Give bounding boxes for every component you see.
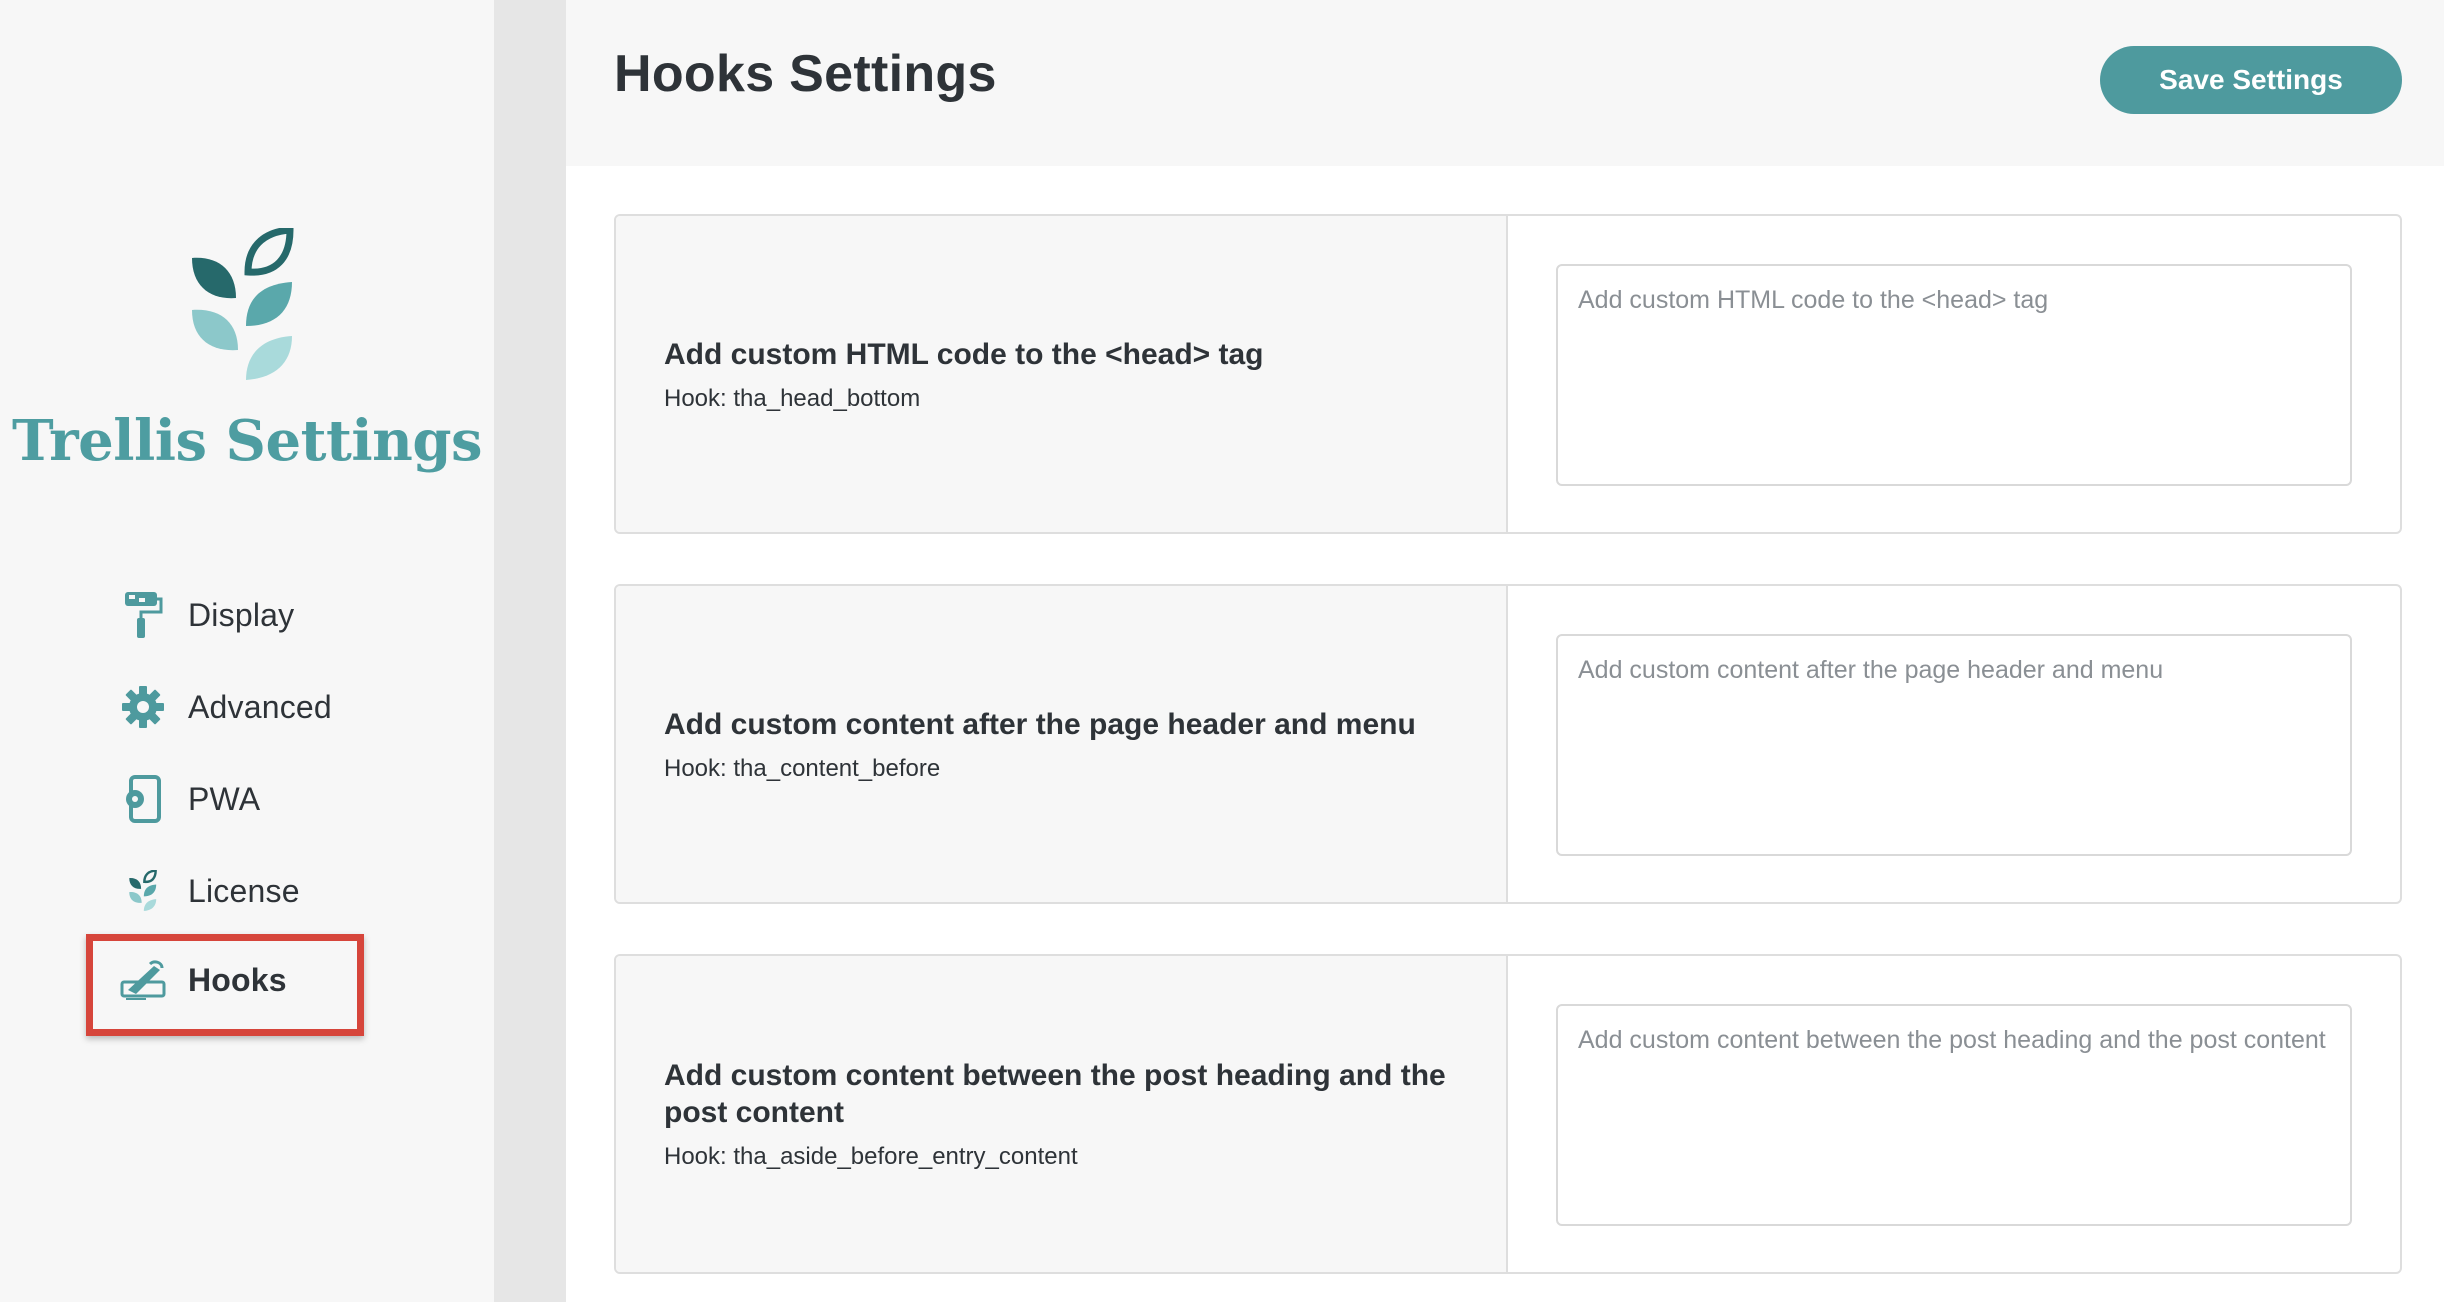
sidebar-item-display[interactable]: Display	[118, 580, 418, 650]
leaf-logo-icon	[118, 866, 168, 916]
brand-title: Trellis Settings	[11, 408, 483, 474]
main-content: Hooks Settings Save Settings Add custom …	[566, 0, 2444, 1302]
sidebar: Trellis Settings Display Advanced PWA Li…	[0, 0, 494, 1302]
hook-name: Hook: tha_head_bottom	[664, 384, 921, 412]
app-window: Trellis Settings Display Advanced PWA Li…	[0, 0, 2444, 1302]
hook-icon	[118, 955, 168, 1005]
sidebar-item-label: Display	[188, 596, 295, 633]
sidebar-item-hooks[interactable]: Hooks	[118, 945, 418, 1015]
hook-card-info: Add custom HTML code to the <head> tag H…	[616, 216, 1508, 532]
sidebar-item-advanced[interactable]: Advanced	[118, 672, 418, 742]
sidebar-item-label: Advanced	[188, 688, 332, 725]
mobile-gear-icon	[118, 774, 168, 824]
sidebar-divider	[494, 0, 566, 1302]
sidebar-item-pwa[interactable]: PWA	[118, 764, 418, 834]
hook-name: Hook: tha_aside_before_entry_content	[664, 1143, 1078, 1170]
sidebar-item-license[interactable]: License	[118, 856, 418, 926]
hook-card-head: Add custom HTML code to the <head> tag H…	[614, 214, 2402, 534]
trellis-logo-icon	[192, 228, 294, 380]
hook-card-content-before: Add custom content after the page header…	[614, 584, 2402, 904]
hook-card-info: Add custom content between the post head…	[616, 956, 1508, 1272]
hook-name: Hook: tha_content_before	[664, 754, 941, 782]
page-header: Hooks Settings Save Settings	[566, 0, 2444, 166]
hook-head-bottom-textarea[interactable]	[1556, 264, 2352, 486]
hook-title: Add custom HTML code to the <head> tag	[664, 337, 1264, 371]
save-settings-button[interactable]: Save Settings	[2100, 46, 2402, 114]
gear-icon	[118, 682, 168, 732]
paint-roller-icon	[118, 590, 168, 640]
sidebar-item-label: Hooks	[188, 961, 287, 998]
hook-before-entry-content-textarea[interactable]	[1556, 1004, 2352, 1226]
hook-card-info: Add custom content after the page header…	[616, 586, 1508, 902]
hook-title: Add custom content after the page header…	[664, 707, 1416, 741]
hook-title: Add custom content between the post head…	[664, 1059, 1446, 1129]
sidebar-item-label: PWA	[188, 780, 261, 817]
hook-content-before-textarea[interactable]	[1556, 634, 2352, 856]
sidebar-item-label: License	[188, 872, 300, 909]
page-title: Hooks Settings	[614, 45, 997, 103]
hook-card-before-entry-content: Add custom content between the post head…	[614, 954, 2402, 1274]
